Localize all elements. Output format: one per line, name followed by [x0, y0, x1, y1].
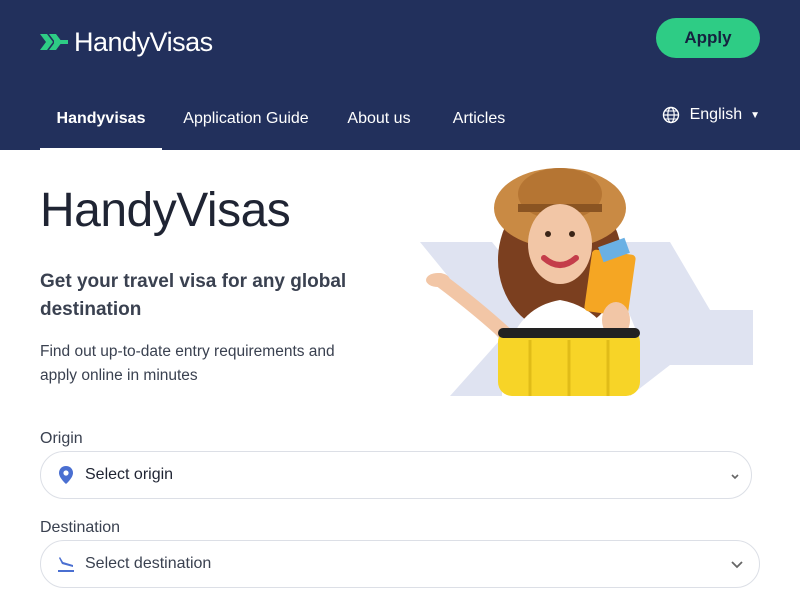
destination-label: Destination: [40, 519, 121, 536]
destination-select[interactable]: Select destination: [40, 540, 760, 588]
caret-down-icon: ▼: [750, 109, 760, 121]
nav-item-label: Handyvisas: [56, 110, 146, 127]
nav-item-label: About us: [347, 110, 411, 127]
logo-text: HandyVisas: [74, 26, 213, 57]
origin-select[interactable]: Select origin: [40, 451, 752, 499]
hero-description: Find out up-to-date entry requirements a…: [40, 343, 335, 384]
chevron-down-icon: [731, 474, 739, 480]
nav-item-articles[interactable]: Articles: [450, 90, 508, 148]
plane-landing-icon: [57, 555, 75, 573]
apply-button[interactable]: Apply: [656, 18, 760, 58]
site-header: HandyVisas Apply Handyvisas Application …: [0, 0, 800, 150]
hero-subtitle: Get your travel visa for any global dest…: [40, 271, 347, 320]
logo[interactable]: HandyVisas: [40, 24, 213, 60]
chevron-down-icon: [731, 561, 743, 569]
location-pin-icon: [57, 466, 75, 484]
language-label: English: [689, 106, 743, 123]
nav-item-label: Articles: [452, 110, 506, 127]
nav-item-label: Application Guide: [183, 110, 309, 127]
destination-value: Select destination: [85, 555, 212, 572]
globe-icon: [662, 106, 679, 124]
nav-item-about-us[interactable]: About us: [346, 90, 412, 148]
language-selector[interactable]: English ▼: [662, 90, 760, 140]
origin-label: Origin: [40, 430, 83, 447]
hero-traveler-image: [420, 168, 753, 396]
origin-value: Select origin: [85, 466, 174, 483]
nav-item-handyvisas[interactable]: Handyvisas: [40, 90, 162, 150]
logo-arrow-icon: [40, 34, 68, 50]
main-nav: Handyvisas Application Guide About us Ar…: [40, 90, 760, 150]
hero-title: HandyVisas: [40, 184, 291, 237]
nav-item-application-guide[interactable]: Application Guide: [182, 90, 310, 148]
